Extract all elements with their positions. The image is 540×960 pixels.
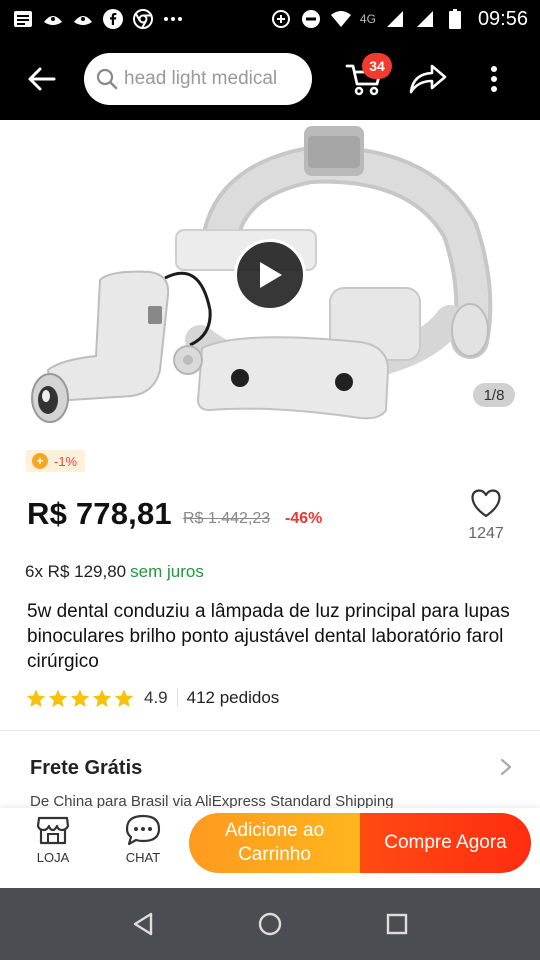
star-icon bbox=[70, 689, 90, 707]
system-nav-bar bbox=[0, 888, 540, 960]
buy-now-button[interactable]: Compre Agora bbox=[360, 813, 531, 873]
top-app-bar: head light medical 34 bbox=[0, 38, 540, 120]
more-options-button[interactable] bbox=[474, 51, 514, 107]
nav-recents-button[interactable] bbox=[367, 894, 427, 954]
coin-icon: + bbox=[32, 453, 48, 469]
overflow-dots-icon bbox=[162, 8, 184, 30]
nav-home-icon bbox=[258, 912, 282, 936]
star-icon bbox=[26, 689, 46, 707]
back-button[interactable] bbox=[12, 49, 72, 109]
notification-icon bbox=[72, 8, 94, 30]
screen: 4G 09:56 head light medical 34 1/8 + -1%… bbox=[0, 0, 540, 960]
shipping-title: Frete Grátis bbox=[30, 757, 143, 779]
add-to-cart-button[interactable]: Adicione ao Carrinho bbox=[189, 813, 360, 873]
chat-label: CHAT bbox=[125, 850, 161, 865]
search-placeholder: head light medical bbox=[124, 68, 278, 89]
share-icon bbox=[409, 64, 447, 94]
installment-info: 6x R$ 129,80 sem juros bbox=[25, 562, 204, 582]
share-button[interactable] bbox=[400, 51, 456, 107]
back-arrow-icon bbox=[28, 67, 56, 91]
dnd-icon bbox=[300, 8, 322, 30]
coin-discount-value: -1% bbox=[54, 453, 78, 469]
rating-stars bbox=[26, 689, 134, 708]
nav-recents-icon bbox=[386, 913, 407, 935]
nav-back-icon bbox=[134, 912, 153, 936]
signal-icon bbox=[414, 8, 436, 30]
data-saver-icon bbox=[270, 8, 292, 30]
installment-amount: 6x R$ 129,80 bbox=[25, 562, 127, 581]
chevron-right-icon bbox=[500, 758, 512, 776]
nav-back-button[interactable] bbox=[113, 894, 173, 954]
signal-icon bbox=[384, 8, 406, 30]
battery-icon bbox=[444, 8, 466, 30]
network-type: 4G bbox=[359, 12, 376, 26]
star-icon bbox=[114, 689, 134, 707]
original-price: R$ 1.442,23 bbox=[183, 510, 271, 527]
discount-percent: -46% bbox=[285, 510, 323, 527]
star-icon bbox=[48, 689, 68, 707]
rating-separator bbox=[176, 689, 178, 707]
play-icon bbox=[260, 262, 282, 288]
product-image-gallery[interactable]: 1/8 bbox=[0, 120, 540, 438]
cart-button[interactable]: 34 bbox=[336, 51, 392, 107]
wifi-icon bbox=[330, 8, 352, 30]
installment-note: sem juros bbox=[130, 562, 204, 581]
chat-icon bbox=[125, 814, 161, 846]
orders-count: 412 pedidos bbox=[186, 688, 280, 707]
facebook-icon bbox=[102, 8, 124, 30]
search-icon bbox=[96, 68, 118, 90]
play-video-button[interactable] bbox=[234, 239, 306, 311]
store-label: LOJA bbox=[36, 850, 70, 865]
wishlist-count: 1247 bbox=[468, 525, 504, 542]
chat-button[interactable]: CHAT bbox=[113, 814, 173, 880]
rating-value: 4.9 bbox=[144, 688, 168, 707]
cart-count-badge: 34 bbox=[362, 53, 392, 79]
notification-icon bbox=[42, 8, 64, 30]
chrome-icon bbox=[132, 8, 154, 30]
wishlist-button[interactable] bbox=[466, 485, 506, 521]
star-icon bbox=[92, 689, 112, 707]
status-bar: 4G 09:56 bbox=[0, 0, 540, 38]
shipping-row[interactable]: Frete Grátis De China para Brasil via Al… bbox=[0, 740, 540, 810]
rating-row[interactable]: 4.9 412 pedidos bbox=[26, 688, 279, 708]
image-counter: 1/8 bbox=[473, 383, 515, 407]
current-price: R$ 778,81 bbox=[27, 496, 172, 531]
product-title: 5w dental conduziu a lâmpada de luz prin… bbox=[27, 601, 510, 672]
section-divider bbox=[0, 730, 540, 731]
nav-home-button[interactable] bbox=[240, 894, 300, 954]
store-icon bbox=[36, 816, 70, 845]
coin-discount-tag: + -1% bbox=[26, 450, 86, 472]
message-icon bbox=[12, 8, 34, 30]
clock: 09:56 bbox=[477, 7, 528, 30]
store-button[interactable]: LOJA bbox=[23, 814, 83, 880]
heart-icon bbox=[471, 489, 501, 518]
more-vertical-icon bbox=[491, 66, 497, 92]
search-input[interactable]: head light medical bbox=[84, 53, 312, 105]
bottom-action-bar: LOJA CHAT Adicione ao Carrinho Compre Ag… bbox=[0, 808, 540, 888]
